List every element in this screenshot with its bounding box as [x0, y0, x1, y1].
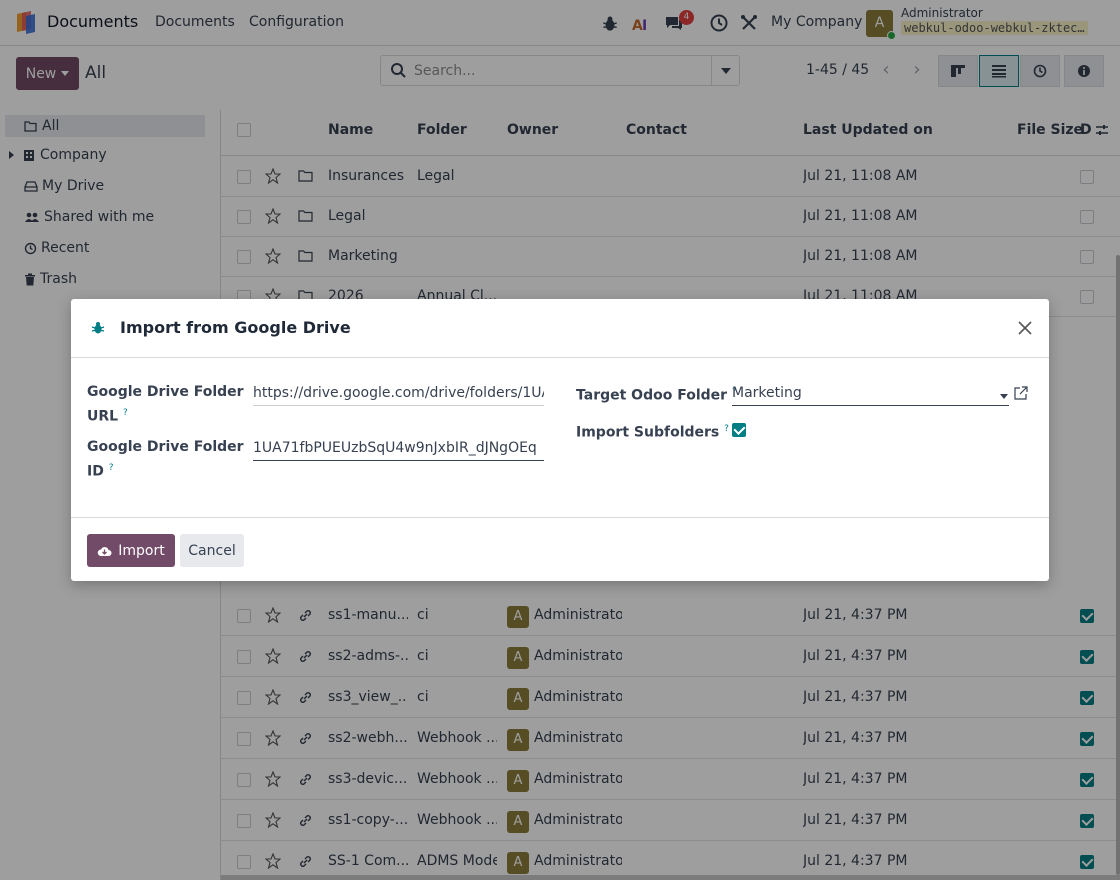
google-drive-url-label: Google Drive Folder URL ? — [87, 382, 244, 428]
dialog-header: Import from Google Drive — [71, 299, 1049, 358]
dialog-title: Import from Google Drive — [120, 318, 351, 337]
label-text: Target Odoo Folder — [576, 387, 728, 404]
label-text: Import Subfolders — [576, 424, 720, 441]
cancel-button-label: Cancel — [188, 542, 236, 559]
help-tooltip-icon[interactable]: ? — [123, 408, 128, 418]
dialog-footer: Import Cancel — [71, 517, 1049, 581]
target-folder-select[interactable]: Marketing — [732, 382, 1009, 406]
import-subfolders-label: Import Subfolders ? — [576, 419, 729, 444]
label-text: URL — [87, 408, 119, 425]
google-drive-id-label: Google Drive Folder ID ? — [87, 437, 244, 483]
label-text: ID — [87, 463, 104, 480]
label-text: Google Drive Folder — [87, 384, 244, 400]
google-drive-url-field[interactable]: https://drive.google.com/drive/folders/1… — [253, 382, 544, 406]
label-text: Google Drive Folder — [87, 439, 244, 455]
help-tooltip-icon[interactable]: ? — [109, 463, 114, 473]
help-tooltip-icon[interactable]: ? — [724, 424, 729, 434]
external-link-icon[interactable] — [1014, 386, 1028, 400]
debug-bug-icon — [91, 322, 105, 334]
dropdown-caret-icon[interactable] — [1000, 394, 1008, 399]
google-drive-id-field[interactable]: 1UA71fbPUEUzbSqU4w9nJxbIR_dJNgOEq — [253, 437, 544, 461]
import-subfolders-checkbox[interactable] — [732, 423, 746, 437]
cloud-download-icon — [98, 546, 112, 556]
import-button[interactable]: Import — [87, 534, 175, 567]
close-icon[interactable] — [1016, 319, 1034, 337]
target-folder-label: Target Odoo Folder ? — [576, 382, 737, 407]
import-button-label: Import — [118, 542, 165, 559]
cancel-button[interactable]: Cancel — [180, 534, 244, 567]
import-google-drive-dialog: Import from Google Drive Google Drive Fo… — [71, 299, 1049, 581]
